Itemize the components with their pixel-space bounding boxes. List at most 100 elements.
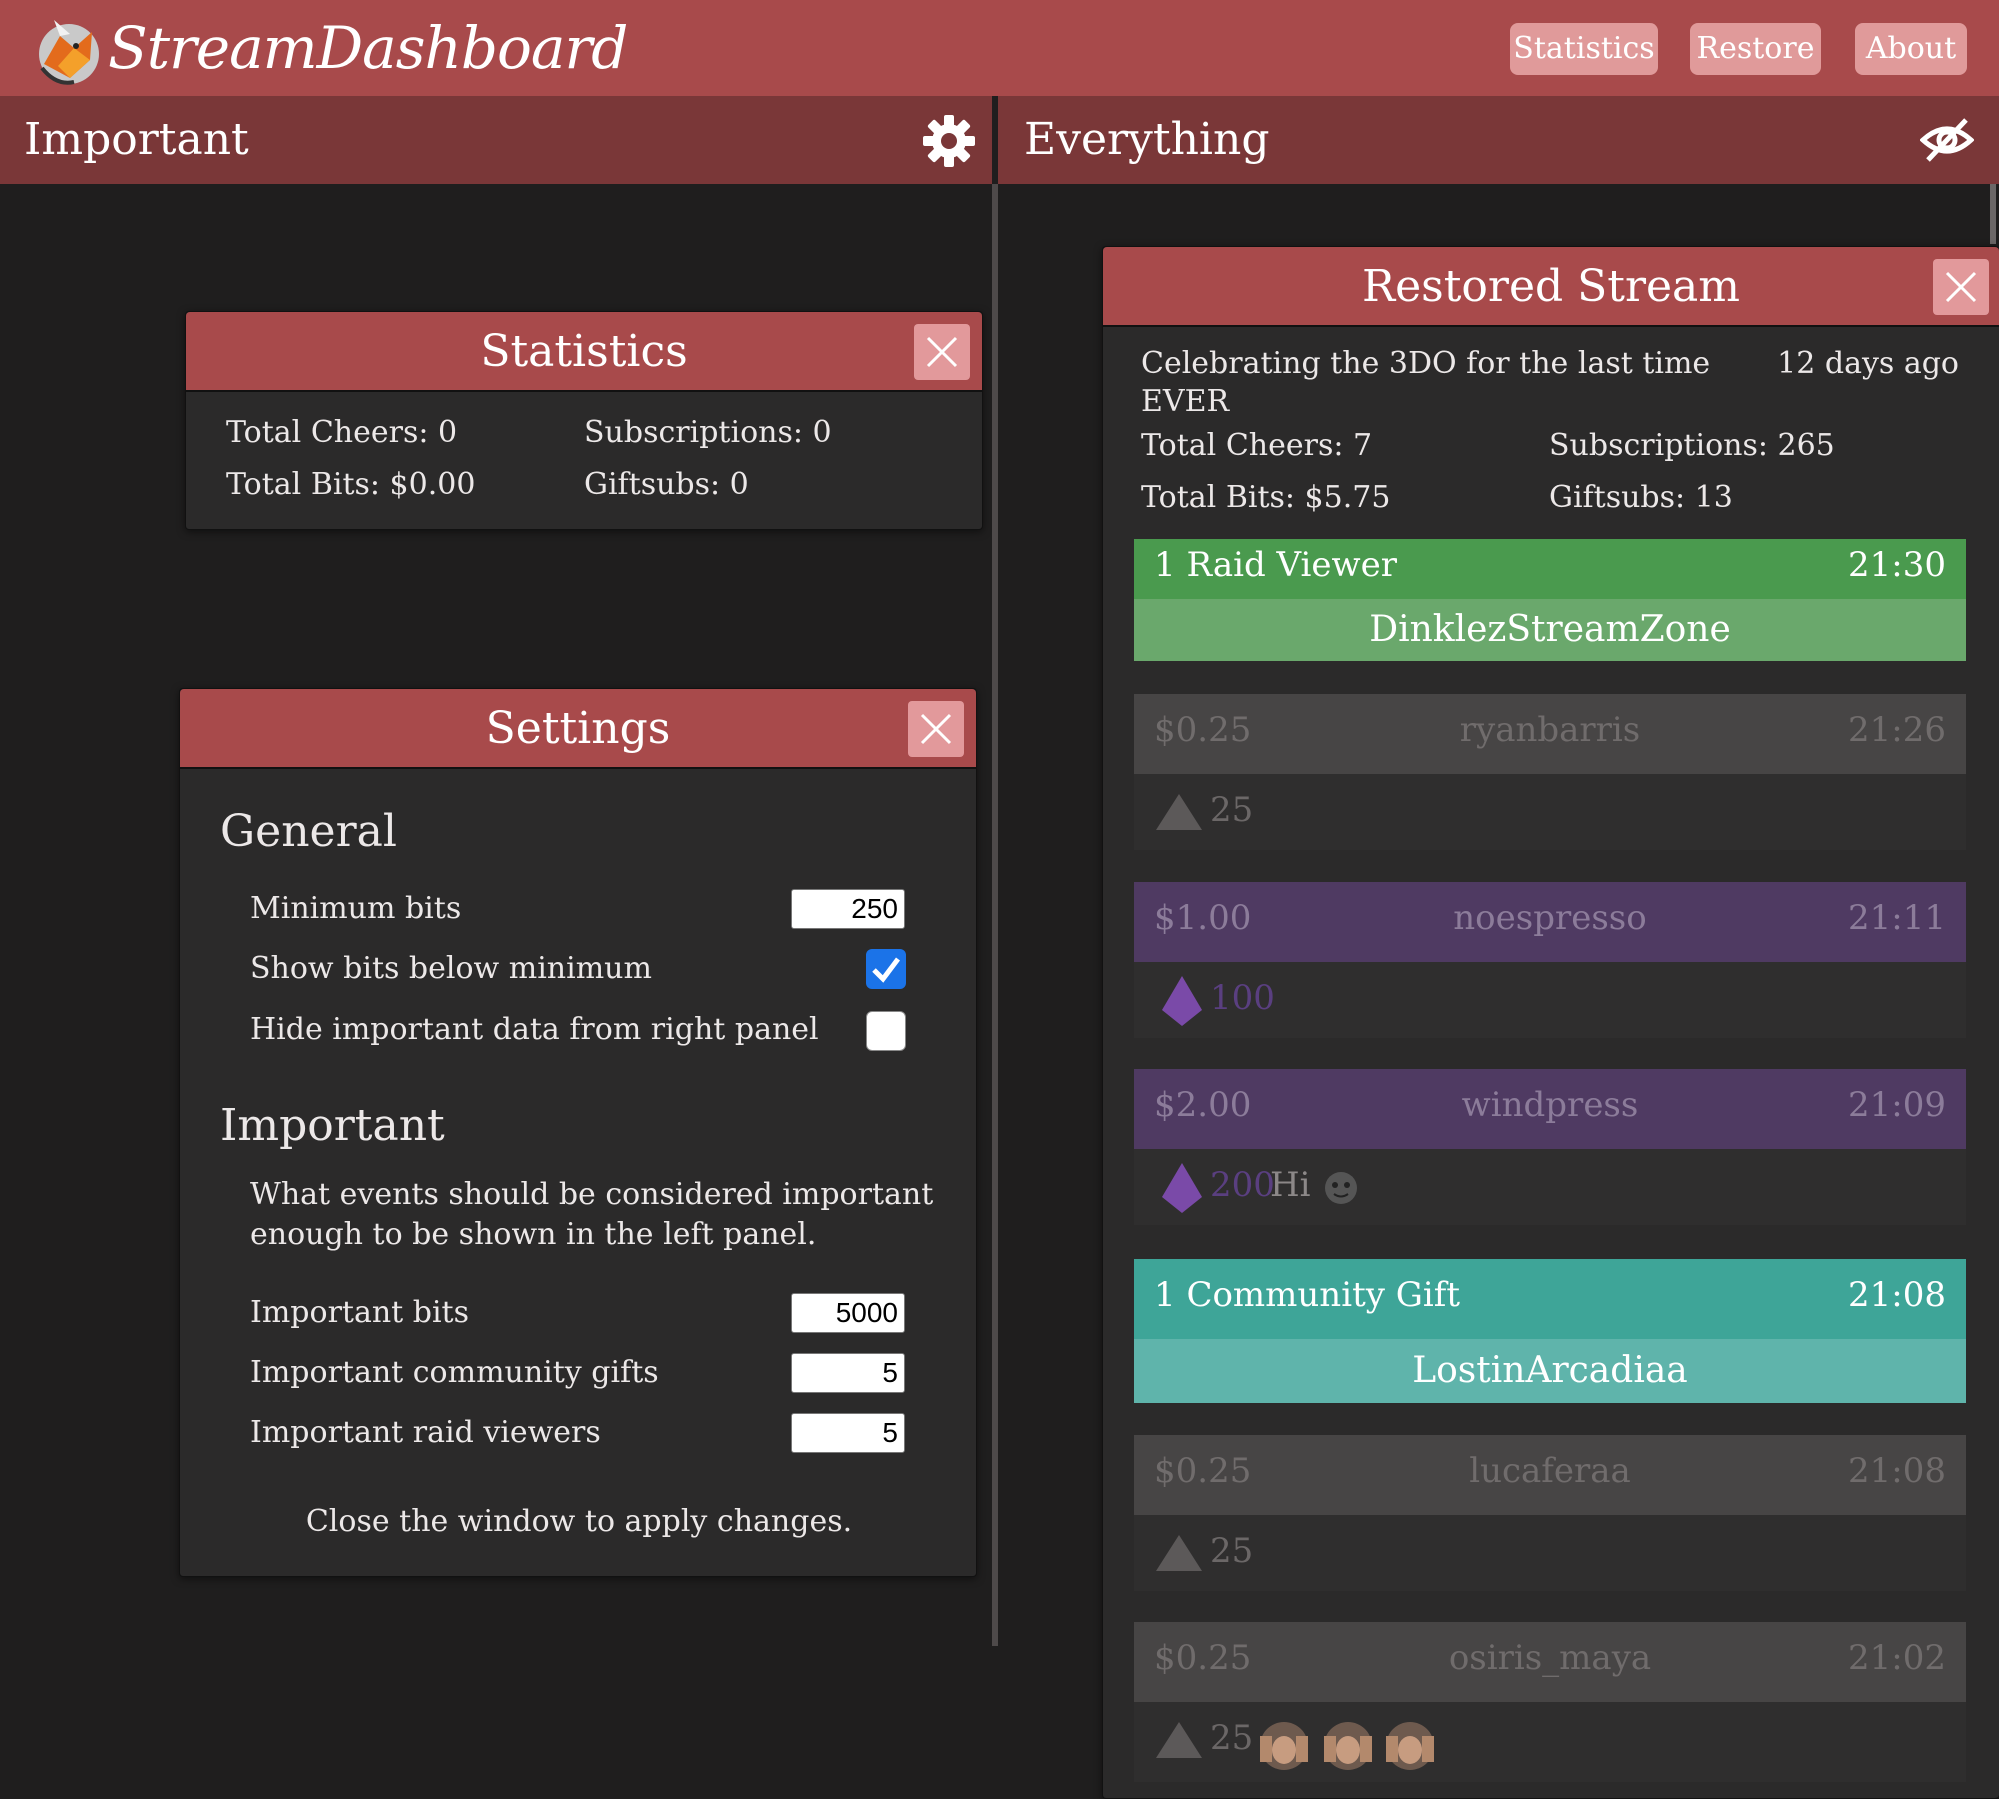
show-bits-below-checkbox[interactable] <box>866 949 906 989</box>
minimum-bits-input[interactable] <box>791 889 905 929</box>
event-cheer: $2.00 windpress 21:09 200 Hi <box>1134 1069 1966 1225</box>
gear-icon[interactable] <box>922 114 976 168</box>
eye-slash-icon[interactable] <box>1920 116 1974 164</box>
everything-header: Everything <box>998 96 1999 184</box>
community-gifts-label: Important community gifts <box>250 1355 659 1390</box>
cheer-user: noespresso <box>1453 898 1647 938</box>
cheer-header: $0.25 osiris_maya 21:02 <box>1134 1622 1966 1702</box>
important-desc-line1: What events should be considered importa… <box>250 1177 934 1212</box>
gift-time: 21:08 <box>1848 1275 1946 1315</box>
gift-name: LostinArcadiaa <box>1134 1339 1966 1403</box>
total-cheers: Total Cheers: 0 <box>226 415 458 450</box>
restored-stream-title: Restored Stream <box>1103 247 1999 327</box>
close-icon <box>920 713 952 745</box>
restored-giftsubs: Giftsubs: 13 <box>1549 480 1733 515</box>
scrollbar[interactable] <box>1990 184 1996 244</box>
cheer-bits: 200 <box>1210 1165 1275 1205</box>
cheer-bits: 25 <box>1210 790 1254 830</box>
cheer-body: 25 <box>1134 1702 1966 1782</box>
cheer-bits: 25 <box>1210 1531 1254 1571</box>
important-header: Important <box>0 96 992 184</box>
gift-count: 1 Community Gift <box>1154 1275 1461 1315</box>
cheer-body: 100 <box>1134 962 1966 1038</box>
raid-viewers-input[interactable] <box>791 1413 905 1453</box>
raid-time: 21:30 <box>1848 545 1946 585</box>
fox-logo-icon <box>39 20 99 85</box>
event-raid: 1 Raid Viewer 21:30 DinklezStreamZone <box>1134 539 1966 661</box>
general-heading: General <box>220 806 397 857</box>
nav-statistics-button[interactable]: Statistics <box>1510 23 1658 75</box>
cheer-user: windpress <box>1461 1085 1639 1125</box>
cheer-bits: 25 <box>1210 1718 1254 1758</box>
raid-name: DinklezStreamZone <box>1134 599 1966 661</box>
community-gifts-input[interactable] <box>791 1353 905 1393</box>
cheer-time: 21:08 <box>1848 1451 1946 1491</box>
close-icon <box>1945 271 1977 303</box>
event-cheer: $0.25 lucaferaa 21:08 25 <box>1134 1435 1966 1591</box>
cheer-body: 25 <box>1134 1515 1966 1591</box>
show-bits-below-label: Show bits below minimum <box>250 951 652 986</box>
bits-gem-icon <box>1156 794 1202 830</box>
important-heading: Important <box>220 1100 445 1151</box>
event-cheer: $0.25 osiris_maya 21:02 25 <box>1134 1622 1966 1782</box>
restored-total-cheers: Total Cheers: 7 <box>1141 428 1373 463</box>
cheer-header: $2.00 windpress 21:09 <box>1134 1069 1966 1149</box>
event-cheer: $0.25 ryanbarris 21:26 25 <box>1134 694 1966 850</box>
nav-about-button[interactable]: About <box>1855 23 1967 75</box>
restored-subscriptions: Subscriptions: 265 <box>1549 428 1835 463</box>
stream-age: 12 days ago <box>1777 346 1959 381</box>
important-bits-label: Important bits <box>250 1295 470 1330</box>
nav-restore-button[interactable]: Restore <box>1690 23 1821 75</box>
cheer-header: $1.00 noespresso 21:11 <box>1134 882 1966 962</box>
everything-header-label: Everything <box>1024 114 1270 165</box>
close-statistics-button[interactable] <box>914 324 970 380</box>
statistics-window: Statistics Total Cheers: 0 Total Bits: $… <box>185 311 983 530</box>
bits-gem-icon <box>1156 1535 1202 1571</box>
cheer-time: 21:09 <box>1848 1085 1946 1125</box>
restored-total-bits: Total Bits: $5.75 <box>1141 480 1391 515</box>
cheer-header: $0.25 lucaferaa 21:08 <box>1134 1435 1966 1515</box>
raid-viewers-label: Important raid viewers <box>250 1415 601 1450</box>
raid-count: 1 Raid Viewer <box>1154 545 1397 585</box>
panel-divider[interactable] <box>992 184 998 1646</box>
cheer-user: lucaferaa <box>1469 1451 1631 1491</box>
stream-title-line2: EVER <box>1141 384 1230 419</box>
event-cheer: $1.00 noespresso 21:11 100 <box>1134 882 1966 1038</box>
cheer-body: 200 Hi <box>1134 1149 1966 1225</box>
bits-gem-icon <box>1162 1163 1202 1213</box>
statistics-title-text: Statistics <box>480 326 688 377</box>
checkmark-icon <box>872 957 900 983</box>
close-restored-button[interactable] <box>1933 259 1989 315</box>
close-settings-button[interactable] <box>908 701 964 757</box>
bits-gem-icon <box>1162 976 1202 1026</box>
cheer-bits: 100 <box>1210 978 1275 1018</box>
important-header-label: Important <box>24 114 249 165</box>
facepalm-emote-icon <box>1260 1722 1434 1770</box>
cheer-time: 21:02 <box>1848 1638 1946 1678</box>
settings-window: Settings General Minimum bits Show bits … <box>179 688 977 1577</box>
top-bar: StreamDashboard Statistics Restore About <box>0 0 1999 96</box>
hide-important-checkbox[interactable] <box>866 1011 906 1051</box>
gift-header: 1 Community Gift 21:08 <box>1134 1259 1966 1339</box>
stream-title-line1: Celebrating the 3DO for the last time <box>1141 346 1711 381</box>
cheer-time: 21:26 <box>1848 710 1946 750</box>
statistics-title: Statistics <box>186 312 982 392</box>
hide-important-label: Hide important data from right panel <box>250 1012 819 1047</box>
giftsubs: Giftsubs: 0 <box>584 467 749 502</box>
minimum-bits-label: Minimum bits <box>250 891 462 926</box>
important-bits-input[interactable] <box>791 1293 905 1333</box>
cheer-user: ryanbarris <box>1459 710 1641 750</box>
settings-title-text: Settings <box>485 703 671 754</box>
close-icon <box>926 336 958 368</box>
bits-gem-icon <box>1156 1722 1202 1758</box>
cheer-user: osiris_maya <box>1448 1638 1652 1678</box>
cheer-body: 25 <box>1134 774 1966 850</box>
subscriptions: Subscriptions: 0 <box>584 415 832 450</box>
important-desc-line2: enough to be shown in the left panel. <box>250 1217 817 1252</box>
cheer-message: Hi <box>1270 1165 1311 1205</box>
total-bits: Total Bits: $0.00 <box>226 467 476 502</box>
cheer-time: 21:11 <box>1848 898 1946 938</box>
emote-icon <box>1325 1172 1357 1204</box>
app-title: StreamDashboard <box>108 14 628 82</box>
restored-stream-title-text: Restored Stream <box>1362 261 1740 312</box>
